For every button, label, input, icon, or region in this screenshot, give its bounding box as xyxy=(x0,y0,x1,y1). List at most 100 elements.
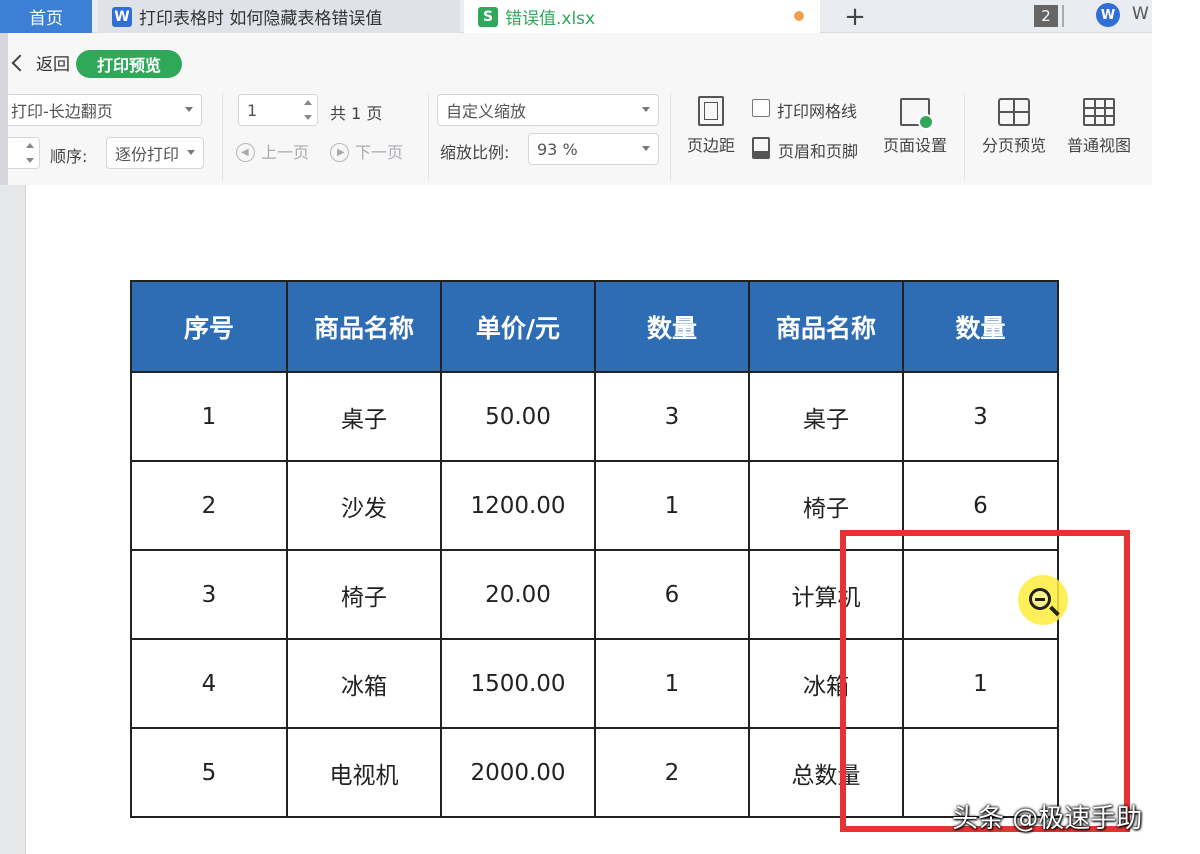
table-cell: 4 xyxy=(130,638,288,729)
scale-mode-value: 自定义缩放 xyxy=(446,102,527,121)
page-margins-icon xyxy=(698,96,724,126)
toolbar-divider xyxy=(222,93,223,181)
table-cell: 1 xyxy=(594,460,750,551)
table-cell: 50.00 xyxy=(440,371,596,462)
table-header-row: 序号 商品名称 单价/元 数量 商品名称 数量 xyxy=(130,280,1059,373)
next-page-button[interactable]: ▶ 下一页 xyxy=(330,139,403,163)
chevron-left-icon xyxy=(11,54,29,71)
red-highlight-box xyxy=(840,530,1130,832)
toolbar-divider xyxy=(964,93,965,181)
print-preview-toolbar: 返回 打印预览 打印-长边翻页 顺序: 逐份打印 1 共 1 页 ◀ 上一页 ▶ 下… xyxy=(0,33,1152,185)
tab-bar-divider xyxy=(1062,5,1064,27)
back-button[interactable]: 返回 xyxy=(10,50,70,75)
tab-home[interactable]: 首页 xyxy=(0,0,92,33)
column-header: 商品名称 xyxy=(748,280,904,373)
grid-view-icon xyxy=(1083,98,1115,126)
normal-view-button[interactable]: 普通视图 xyxy=(1062,98,1136,156)
scale-percent-select[interactable]: 93 % xyxy=(528,133,659,165)
wps-logo-icon[interactable]: W xyxy=(1096,3,1120,27)
print-mode-value: 打印-长边翻页 xyxy=(11,102,113,121)
tab-spreadsheet[interactable]: S 错误值.xlsx xyxy=(464,0,820,33)
tab-spreadsheet-title: 错误值.xlsx xyxy=(505,9,596,29)
table-cell: 20.00 xyxy=(440,549,596,640)
collate-value: 逐份打印 xyxy=(115,145,180,164)
stepper-arrows-icon xyxy=(303,99,313,121)
tab-document[interactable]: W 打印表格时 如何隐藏表格错误值 xyxy=(98,0,460,33)
scale-label: 缩放比例: xyxy=(440,143,510,162)
writer-doc-icon: W xyxy=(112,6,132,27)
preview-left-gutter xyxy=(0,185,26,854)
table-cell: 1 xyxy=(594,638,750,729)
normal-view-label: 普通视图 xyxy=(1066,136,1131,155)
table-cell: 3 xyxy=(130,549,288,640)
column-header: 序号 xyxy=(130,280,288,373)
table-row: 1 桌子 50.00 3 桌子 3 xyxy=(130,371,1059,462)
header-footer-icon xyxy=(752,137,770,159)
table-cell: 电视机 xyxy=(286,727,442,818)
page-setup-icon xyxy=(900,98,934,130)
table-cell: 2 xyxy=(130,460,288,551)
table-cell: 桌子 xyxy=(748,371,904,462)
chevron-down-icon xyxy=(185,107,193,112)
toolbar-divider xyxy=(670,93,671,181)
arrow-left-circle-icon: ◀ xyxy=(236,143,255,162)
column-header: 数量 xyxy=(902,280,1059,373)
table-cell: 5 xyxy=(130,727,288,818)
table-cell: 冰箱 xyxy=(286,638,442,729)
window-count-badge[interactable]: 2 xyxy=(1034,5,1058,27)
chevron-down-icon xyxy=(642,146,650,151)
collate-select[interactable]: 逐份打印 xyxy=(106,137,204,169)
arrow-right-circle-icon: ▶ xyxy=(330,143,349,162)
chevron-down-icon xyxy=(187,150,195,155)
page-setup-button[interactable]: 页面设置 xyxy=(878,98,952,156)
new-tab-button[interactable]: + xyxy=(840,0,870,33)
chevron-down-icon xyxy=(642,107,650,112)
print-mode-select[interactable]: 打印-长边翻页 xyxy=(2,94,202,126)
next-page-label: 下一页 xyxy=(355,143,404,162)
column-header: 商品名称 xyxy=(286,280,442,373)
page-number-value: 1 xyxy=(247,100,258,120)
column-header: 数量 xyxy=(594,280,750,373)
column-header: 单价/元 xyxy=(440,280,596,373)
tab-document-title: 打印表格时 如何隐藏表格错误值 xyxy=(139,9,383,29)
tab-bar: 首页 W 打印表格时 如何隐藏表格错误值 S 错误值.xlsx + 2 W W xyxy=(0,0,1152,33)
margins-button[interactable]: 页边距 xyxy=(682,96,740,156)
table-cell: 6 xyxy=(594,549,750,640)
margins-label: 页边距 xyxy=(686,136,735,155)
source-watermark: 头条 @极速手助 xyxy=(952,804,1143,834)
spreadsheet-icon: S xyxy=(478,6,498,27)
stepper-arrows-icon xyxy=(25,142,35,164)
page-setup-label: 页面设置 xyxy=(882,136,947,155)
header-footer-button[interactable]: 页眉和页脚 xyxy=(778,138,858,162)
order-label: 顺序: xyxy=(50,147,88,166)
zoom-out-cursor-icon xyxy=(1029,588,1051,610)
table-cell: 3 xyxy=(594,371,750,462)
scale-mode-select[interactable]: 自定义缩放 xyxy=(437,94,659,126)
table-cell: 沙发 xyxy=(286,460,442,551)
page-break-icon xyxy=(998,98,1030,126)
table-cell: 椅子 xyxy=(286,549,442,640)
table-cell: 2 xyxy=(594,727,750,818)
table-cell: 3 xyxy=(902,371,1059,462)
print-preview-badge: 打印预览 xyxy=(76,50,182,78)
page-break-preview-label: 分页预览 xyxy=(981,136,1046,155)
table-cell: 桌子 xyxy=(286,371,442,462)
prev-page-button[interactable]: ◀ 上一页 xyxy=(236,139,309,163)
page-number-input[interactable]: 1 xyxy=(238,94,318,126)
scale-percent-value: 93 % xyxy=(537,139,578,159)
print-gridlines-label: 打印网格线 xyxy=(777,102,858,121)
toolbar-left-edge xyxy=(0,33,8,185)
page-total-label: 共 1 页 xyxy=(330,104,383,123)
back-label: 返回 xyxy=(36,55,70,75)
account-label: W xyxy=(1132,4,1149,24)
unsaved-dot-icon xyxy=(794,11,804,21)
table-cell: 1200.00 xyxy=(440,460,596,551)
print-gridlines-checkbox[interactable] xyxy=(752,99,770,117)
table-cell: 1 xyxy=(130,371,288,462)
table-cell: 1500.00 xyxy=(440,638,596,729)
table-cell: 2000.00 xyxy=(440,727,596,818)
tab-home-label: 首页 xyxy=(29,9,63,29)
toolbar-divider xyxy=(428,93,429,181)
prev-page-label: 上一页 xyxy=(261,143,310,162)
page-break-preview-button[interactable]: 分页预览 xyxy=(978,98,1050,156)
